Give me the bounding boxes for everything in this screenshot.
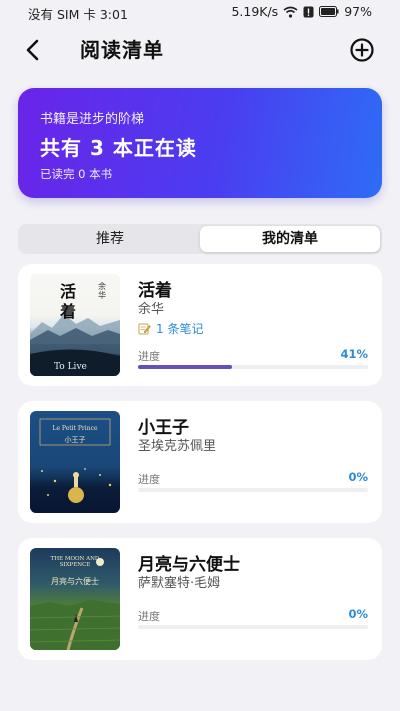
banner-subtext: 已读完 0 本书 [40,167,113,181]
back-icon[interactable] [20,36,48,64]
cover-title: 活着 [60,282,77,321]
progress-fill [138,365,233,369]
wifi-icon [283,6,298,18]
progress-bar [138,625,368,629]
book-cover: THE MOON AND SIXPENCE 月亮与六便士 [30,548,120,650]
status-bar: 没有 SIM 卡 3:01 5.19K/s 97% [0,0,400,24]
book-author: 余华 [138,302,165,317]
cover-title: 小王子 [64,436,86,444]
book-card[interactable]: Le Petit Prince 小王子 小王子 圣埃克苏佩里 进度 0% [18,401,382,523]
book-cover: Le Petit Prince 小王子 [30,411,120,513]
progress-label: 进度 [138,473,160,486]
battery-level: 97% [344,4,372,19]
network-speed: 5.19K/s [231,4,279,19]
note-pencil-icon [138,323,151,335]
cover-english-title: To Live [54,362,87,372]
top-bar: 阅读清单 [0,28,400,72]
cover-author: 余华 [98,282,106,300]
banner-slogan: 书籍是进步的阶梯 [40,112,145,127]
page-title: 阅读清单 [80,38,164,62]
progress-percent: 41% [340,347,368,361]
notes-count: 1 条笔记 [156,322,204,336]
battery-icon [319,6,339,17]
book-card[interactable]: 活着 余华 To Live 活着 余华 1 条笔记 进度 41% [18,264,382,386]
cover-english-title: THE MOON AND SIXPENCE [50,556,100,568]
reading-summary-banner: 书籍是进步的阶梯 共有 3 本正在读 已读完 0 本书 [18,88,382,198]
progress-bar [138,365,368,369]
alert-icon [303,6,314,17]
progress-percent: 0% [348,607,368,621]
notes-link[interactable]: 1 条笔记 [138,320,203,337]
progress-percent: 0% [348,470,368,484]
tab-recommend[interactable]: 推荐 [20,226,200,252]
progress-label: 进度 [138,610,160,623]
progress-label: 进度 [138,350,160,363]
banner-headline: 共有 3 本正在读 [40,136,197,160]
book-cover: 活着 余华 To Live [30,274,120,376]
tab-my-list[interactable]: 我的清单 [200,226,380,252]
progress-bar [138,488,368,492]
book-author: 圣埃克苏佩里 [138,439,217,454]
add-icon[interactable] [348,36,376,64]
segmented-tabs: 推荐 我的清单 [18,224,382,254]
cover-english-title: Le Petit Prince [52,425,98,432]
book-card[interactable]: THE MOON AND SIXPENCE 月亮与六便士 月亮与六便士 萨默塞特… [18,538,382,660]
book-author: 萨默塞特·毛姆 [138,576,221,591]
status-icons: 5.19K/s 97% [231,4,372,19]
cover-title: 月亮与六便士 [51,577,99,586]
carrier-time: 没有 SIM 卡 3:01 [28,7,128,22]
